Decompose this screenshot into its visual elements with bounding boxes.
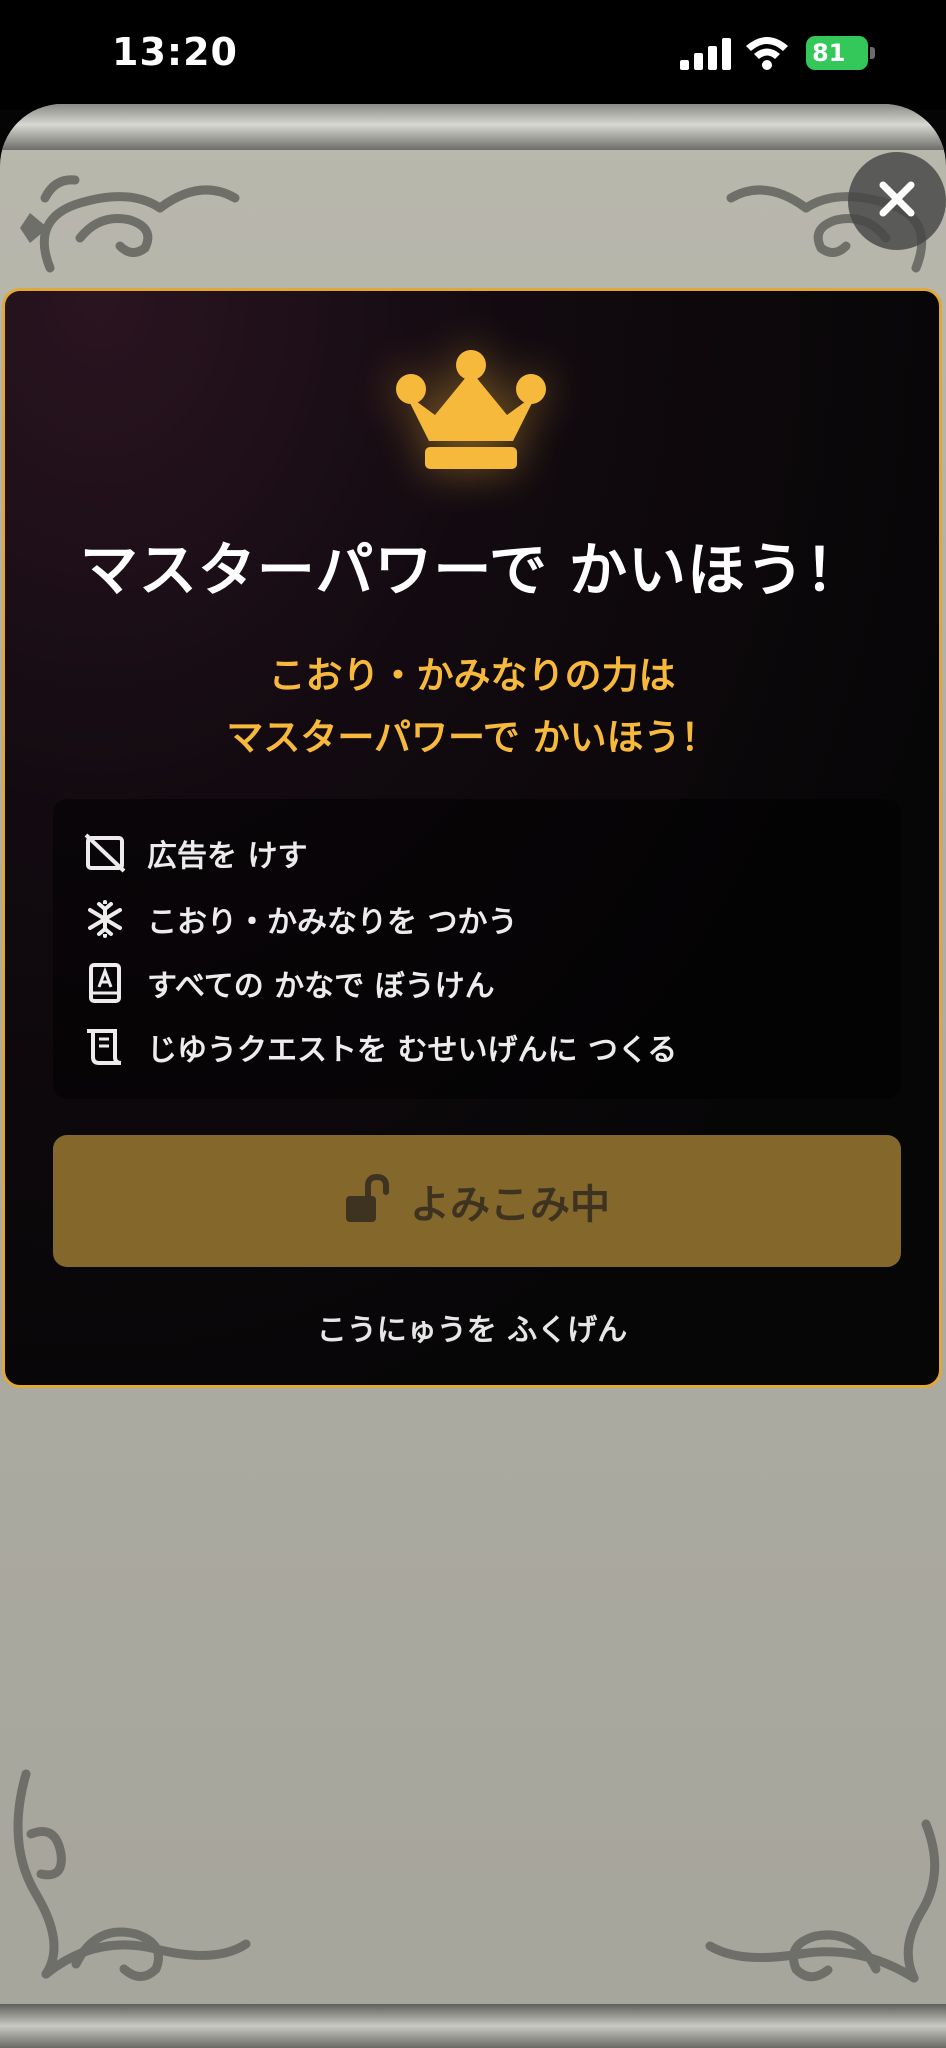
feature-item-free-quest: じゆうクエストを むせいげんに つくる (83, 1025, 677, 1069)
close-button[interactable] (848, 152, 946, 250)
feature-item-all-kana: すべての かなで ぼうけん (83, 961, 495, 1005)
wifi-icon (744, 34, 790, 74)
battery-cap (870, 47, 875, 59)
feature-label: じゆうクエストを むせいげんに つくる (147, 1033, 678, 1068)
snowflake-icon (83, 897, 127, 941)
battery-indicator: 81 (806, 36, 868, 70)
unlock-button-label: よみこみ中 (410, 1182, 610, 1228)
feature-label: すべての かなで ぼうけん (147, 969, 495, 1004)
crown-icon (395, 349, 547, 477)
kana-book-icon (83, 961, 127, 1005)
status-bar: 13:20 81 (0, 0, 946, 110)
app-screen: 13:20 81 マスターパワーで かいほう！ こおり・かみなりの力は マスター… (0, 0, 946, 2048)
close-icon (877, 179, 917, 223)
modal-title: マスターパワーで かいほう！ (79, 536, 865, 604)
feature-item-ice-thunder: こおり・かみなりを つかう (83, 897, 517, 941)
bottom-left-ornament-icon (6, 1764, 256, 2008)
unlock-loading-button[interactable]: よみこみ中 (53, 1135, 901, 1267)
sheet-top-border (0, 104, 946, 150)
scroll-icon (83, 1025, 127, 1069)
subtitle-line-2: マスターパワーで かいほう！ (226, 716, 718, 759)
cellular-signal-icon (680, 38, 732, 74)
bottom-right-ornament-icon (700, 1764, 946, 2008)
top-left-ornament-icon (20, 158, 250, 292)
restore-purchase-link[interactable]: こうにゅうを ふくげん (5, 1305, 939, 1349)
no-ads-icon (83, 831, 127, 875)
upgrade-modal: マスターパワーで かいほう！ こおり・かみなりの力は マスターパワーで かいほう… (2, 288, 942, 1388)
feature-label: こおり・かみなりを つかう (147, 905, 518, 940)
feature-item-no-ads: 広告を けす (83, 831, 307, 875)
modal-subtitle: こおり・かみなりの力は マスターパワーで かいほう！ (5, 645, 939, 769)
feature-list: 広告を けす こおり・かみなりを つかう すべての かなで ぼうけん じゆうクエ… (53, 799, 901, 1099)
sheet-bottom-border (0, 2004, 946, 2048)
feature-label: 広告を けす (147, 839, 308, 874)
unlock-icon (344, 1173, 390, 1228)
status-time: 13:20 (112, 30, 238, 74)
subtitle-line-1: こおり・かみなりの力は (268, 654, 676, 697)
battery-level: 81 (812, 39, 846, 67)
